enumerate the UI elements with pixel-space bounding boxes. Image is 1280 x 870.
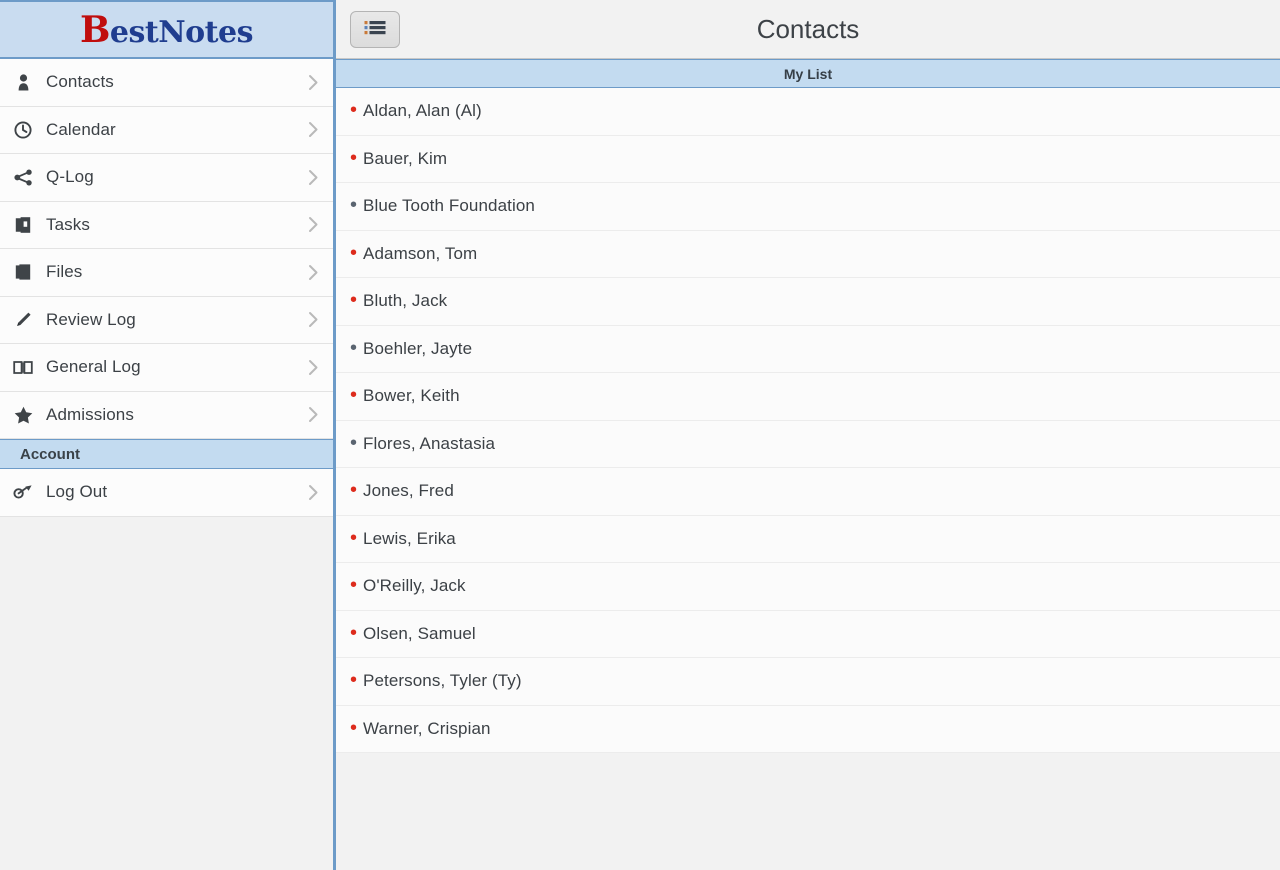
- sidebar-item-review-log[interactable]: Review Log: [0, 296, 333, 344]
- list-item[interactable]: • Aldan, Alan (Al): [336, 88, 1280, 136]
- list-item[interactable]: • Petersons, Tyler (Ty): [336, 658, 1280, 706]
- sidebar-item-label: Review Log: [46, 309, 136, 329]
- sidebar-item-label: Log Out: [46, 482, 108, 502]
- list-item[interactable]: • Bauer, Kim: [336, 135, 1280, 183]
- contact-list[interactable]: • Aldan, Alan (Al) • Bauer, Kim • Blue Toot…: [336, 88, 1280, 870]
- top-toolbar: Contacts: [336, 0, 1280, 59]
- sidebar-item-q-log[interactable]: Q-Log: [0, 154, 333, 202]
- sidebar-item-label: Q-Log: [46, 167, 94, 187]
- sidebar-item-files[interactable]: Files: [0, 249, 333, 297]
- list-item[interactable]: • Boehler, Jayte: [336, 325, 1280, 373]
- sidebar: BestNotes Contacts Calendar Q-Log Tasks …: [0, 0, 336, 870]
- clock-icon: [10, 121, 36, 139]
- bullet-icon: •: [350, 526, 358, 549]
- contact-name: Lewis, Erika: [363, 528, 456, 548]
- list-item[interactable]: • Warner, Crispian: [336, 705, 1280, 753]
- list-item[interactable]: • Bower, Keith: [336, 373, 1280, 421]
- contact-name: Warner, Crispian: [363, 718, 491, 738]
- tasks-icon: [10, 216, 36, 234]
- sidebar-item-general-log[interactable]: General Log: [0, 344, 333, 392]
- sidebar-item-label: Contacts: [46, 72, 114, 92]
- chevron-right-icon: [308, 311, 319, 328]
- sidebar-item-contacts[interactable]: Contacts: [0, 59, 333, 107]
- brand-header: BestNotes: [0, 0, 333, 59]
- star-icon: [10, 406, 36, 424]
- chevron-right-icon: [308, 169, 319, 186]
- bullet-icon: •: [350, 384, 358, 407]
- bullet-icon: •: [350, 621, 358, 644]
- person-icon: [10, 74, 36, 91]
- bullet-icon: •: [350, 716, 358, 739]
- sidebar-item-admissions[interactable]: Admissions: [0, 391, 333, 439]
- chevron-right-icon: [308, 264, 319, 281]
- list-section-header: My List: [336, 59, 1280, 88]
- logout-icon: [10, 484, 36, 500]
- bestnotes-logo: BestNotes: [79, 8, 254, 51]
- list-item[interactable]: • O'Reilly, Jack: [336, 563, 1280, 611]
- bullet-icon: •: [350, 336, 358, 359]
- contact-name: Jones, Fred: [363, 481, 454, 501]
- contact-name: Flores, Anastasia: [363, 433, 496, 453]
- list-item[interactable]: • Olsen, Samuel: [336, 610, 1280, 658]
- contact-name: Petersons, Tyler (Ty): [363, 671, 522, 691]
- bullet-icon: •: [350, 479, 358, 502]
- list-view-button[interactable]: [350, 10, 400, 48]
- chevron-right-icon: [308, 74, 319, 91]
- app-root: BestNotes Contacts Calendar Q-Log Tasks …: [0, 0, 1280, 870]
- logo-rest: estNotes: [109, 14, 254, 50]
- bullet-icon: •: [350, 574, 358, 597]
- bullet-icon: •: [350, 99, 358, 122]
- chevron-right-icon: [308, 406, 319, 423]
- sidebar-item-log-out[interactable]: Log Out: [0, 469, 333, 517]
- contact-name: Bauer, Kim: [363, 148, 448, 168]
- contact-name: Bluth, Jack: [363, 291, 448, 311]
- page-title: Contacts: [756, 13, 860, 44]
- list-item[interactable]: • Adamson, Tom: [336, 230, 1280, 278]
- list-item[interactable]: • Blue Tooth Foundation: [336, 183, 1280, 231]
- contact-name: Adamson, Tom: [363, 243, 478, 263]
- sidebar-section-account: Account: [0, 439, 333, 469]
- sidebar-item-label: Calendar: [46, 119, 116, 139]
- logo-initial: B: [79, 8, 110, 51]
- list-view-icon: [364, 20, 386, 38]
- contact-name: Olsen, Samuel: [363, 623, 476, 643]
- contact-name: Aldan, Alan (Al): [363, 101, 482, 121]
- pencil-icon: [10, 311, 36, 329]
- sidebar-item-tasks[interactable]: Tasks: [0, 201, 333, 249]
- sidebar-item-calendar[interactable]: Calendar: [0, 106, 333, 154]
- contact-name: Blue Tooth Foundation: [363, 196, 535, 216]
- files-icon: [10, 263, 36, 281]
- sidebar-item-label: General Log: [46, 357, 141, 377]
- list-item[interactable]: • Flores, Anastasia: [336, 420, 1280, 468]
- contact-name: O'Reilly, Jack: [363, 576, 466, 596]
- share-icon: [10, 169, 36, 186]
- chevron-right-icon: [308, 216, 319, 233]
- sidebar-item-label: Admissions: [46, 404, 134, 424]
- bullet-icon: •: [350, 289, 358, 312]
- sidebar-item-label: Files: [46, 262, 83, 282]
- chevron-right-icon: [308, 359, 319, 376]
- contact-name: Boehler, Jayte: [363, 338, 473, 358]
- bullet-icon: •: [350, 194, 358, 217]
- sidebar-item-label: Tasks: [46, 214, 90, 234]
- contact-name: Bower, Keith: [363, 386, 460, 406]
- bullet-icon: •: [350, 669, 358, 692]
- bullet-icon: •: [350, 241, 358, 264]
- list-item[interactable]: • Lewis, Erika: [336, 515, 1280, 563]
- sidebar-nav: Contacts Calendar Q-Log Tasks Files Revi…: [0, 59, 333, 439]
- bullet-icon: •: [350, 146, 358, 169]
- list-item[interactable]: • Jones, Fred: [336, 468, 1280, 516]
- list-item[interactable]: • Bluth, Jack: [336, 278, 1280, 326]
- chevron-right-icon: [308, 121, 319, 138]
- bullet-icon: •: [350, 431, 358, 454]
- chevron-right-icon: [308, 484, 319, 501]
- book-icon: [10, 360, 36, 375]
- main-panel: Contacts My List • Aldan, Alan (Al) • Baue…: [336, 0, 1280, 870]
